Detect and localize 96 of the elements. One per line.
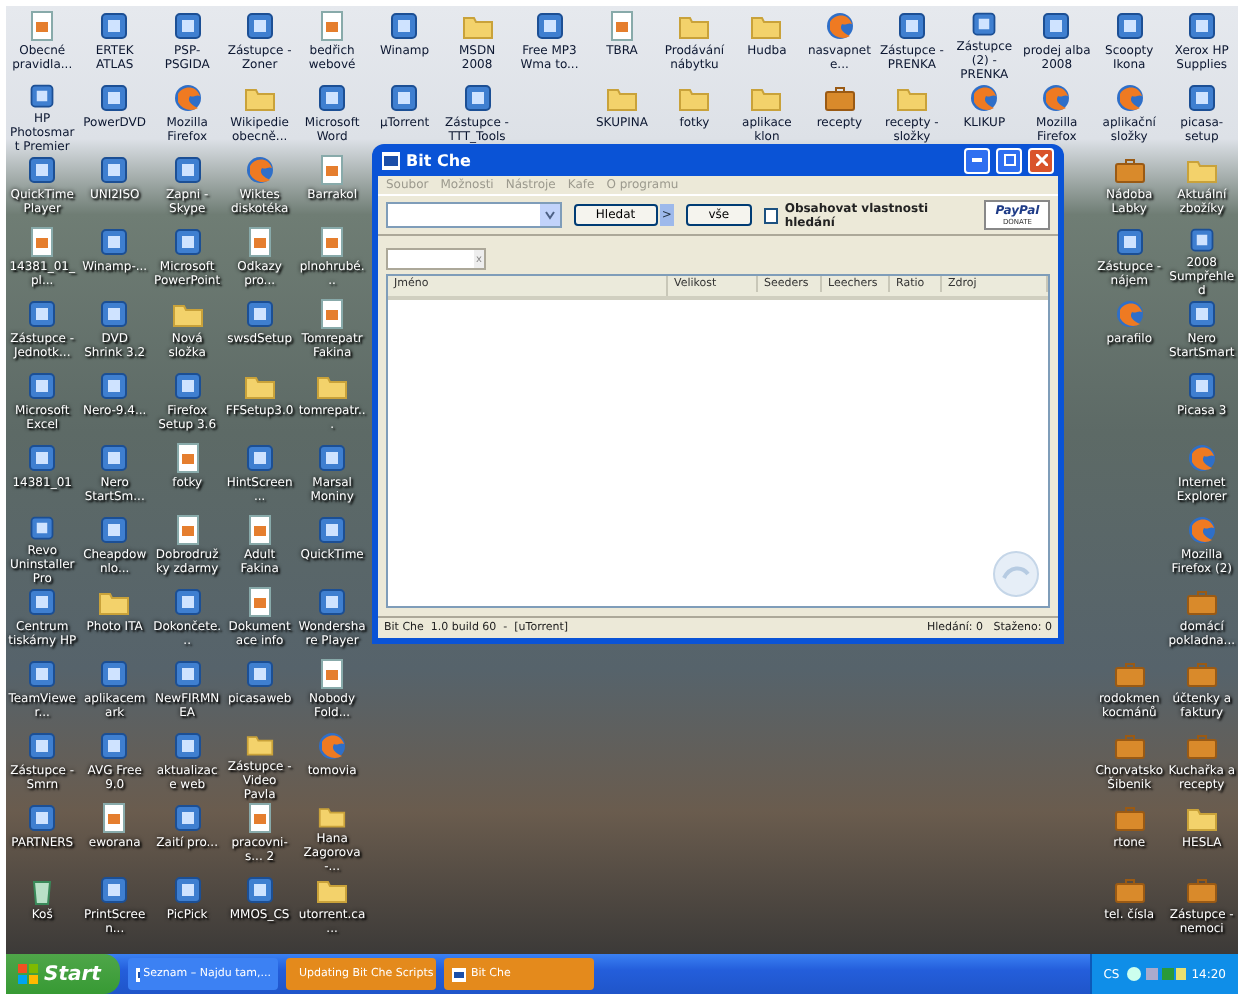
briefcase-icon[interactable] (1113, 874, 1146, 906)
folder-icon[interactable] (243, 730, 276, 758)
program-icon[interactable] (98, 514, 131, 546)
maximize-button[interactable] (996, 147, 1022, 173)
program-icon[interactable] (316, 442, 349, 474)
program-icon[interactable] (1113, 226, 1146, 258)
folder-icon[interactable] (316, 802, 349, 830)
document-icon[interactable] (171, 514, 204, 546)
program-icon[interactable] (98, 298, 131, 330)
program-icon[interactable] (171, 226, 204, 258)
program-icon[interactable] (98, 874, 131, 906)
document-icon[interactable] (243, 226, 276, 258)
program-icon[interactable] (243, 874, 276, 906)
program-icon[interactable] (461, 82, 494, 114)
app-logo-icon (382, 151, 400, 169)
program-icon[interactable] (316, 514, 349, 546)
program-icon[interactable] (26, 658, 59, 690)
program-icon[interactable] (243, 10, 276, 42)
briefcase-icon[interactable] (823, 82, 856, 114)
program-icon[interactable] (171, 154, 204, 186)
program-icon[interactable] (26, 82, 59, 110)
document-icon[interactable] (98, 802, 131, 834)
program-icon[interactable] (171, 730, 204, 762)
document-icon[interactable] (26, 10, 59, 42)
program-icon[interactable] (98, 658, 131, 690)
program-icon[interactable] (533, 10, 566, 42)
program-icon[interactable] (98, 370, 131, 402)
windows-flag-icon (18, 964, 38, 984)
program-icon[interactable] (968, 10, 1001, 38)
tray-icons[interactable] (1125, 966, 1186, 982)
program-icon[interactable] (98, 154, 131, 186)
program-icon[interactable] (98, 730, 131, 762)
program-icon[interactable] (171, 10, 204, 42)
program-icon[interactable] (26, 586, 59, 618)
maximize-icon (1003, 154, 1015, 166)
briefcase-icon[interactable] (1185, 874, 1218, 906)
program-icon[interactable] (1185, 370, 1218, 402)
document-icon[interactable] (316, 298, 349, 330)
program-icon[interactable] (26, 802, 59, 834)
program-icon[interactable] (243, 658, 276, 690)
globe-icon[interactable] (1040, 82, 1073, 114)
program-icon[interactable] (1185, 10, 1218, 42)
program-icon[interactable] (1185, 82, 1218, 114)
globe-icon[interactable] (968, 82, 1001, 114)
program-icon[interactable] (1185, 226, 1218, 254)
app-watermark-icon (992, 550, 1040, 598)
search-combo-field[interactable] (386, 202, 562, 228)
program-icon[interactable] (26, 370, 59, 402)
program-icon[interactable] (171, 586, 204, 618)
program-icon[interactable] (171, 874, 204, 906)
document-icon[interactable] (243, 586, 276, 618)
briefcase-icon[interactable] (1113, 802, 1146, 834)
close-button[interactable] (1028, 147, 1054, 173)
globe-icon[interactable] (243, 154, 276, 186)
document-icon[interactable] (171, 442, 204, 474)
document-icon[interactable] (26, 226, 59, 258)
minimize-icon (972, 158, 982, 162)
document-icon[interactable] (243, 514, 276, 546)
app-icon (452, 967, 467, 981)
globe-icon[interactable] (171, 82, 204, 114)
program-icon[interactable] (895, 10, 928, 42)
start-button[interactable]: Start (6, 954, 121, 994)
briefcase-icon[interactable] (1113, 154, 1146, 186)
program-icon[interactable] (1113, 10, 1146, 42)
program-icon[interactable] (316, 82, 349, 114)
document-icon[interactable] (316, 658, 349, 690)
program-icon[interactable] (171, 802, 204, 834)
program-icon[interactable] (388, 82, 421, 114)
document-icon[interactable] (316, 10, 349, 42)
program-icon[interactable] (171, 370, 204, 402)
minimize-button[interactable] (964, 147, 990, 173)
program-icon[interactable] (98, 10, 131, 42)
globe-icon[interactable] (823, 10, 856, 42)
program-icon[interactable] (26, 514, 59, 542)
program-icon[interactable] (98, 82, 131, 114)
window-title: Bit Che (406, 151, 473, 169)
program-icon[interactable] (98, 226, 131, 258)
program-icon[interactable] (243, 298, 276, 330)
program-icon[interactable] (26, 442, 59, 474)
program-icon[interactable] (98, 442, 131, 474)
globe-icon[interactable] (1113, 82, 1146, 114)
program-icon[interactable] (243, 442, 276, 474)
document-icon[interactable] (605, 10, 638, 42)
program-icon[interactable] (171, 658, 204, 690)
program-icon[interactable] (316, 586, 349, 618)
checkbox[interactable] (763, 207, 779, 223)
program-icon[interactable] (1040, 10, 1073, 42)
document-icon[interactable] (316, 226, 349, 258)
close-icon (1035, 154, 1047, 166)
program-icon[interactable] (26, 730, 59, 762)
program-icon[interactable] (26, 298, 59, 330)
program-icon[interactable] (1185, 298, 1218, 330)
document-icon[interactable] (243, 802, 276, 834)
document-icon[interactable] (316, 154, 349, 186)
program-icon[interactable] (26, 154, 59, 186)
program-icon[interactable] (388, 10, 421, 42)
